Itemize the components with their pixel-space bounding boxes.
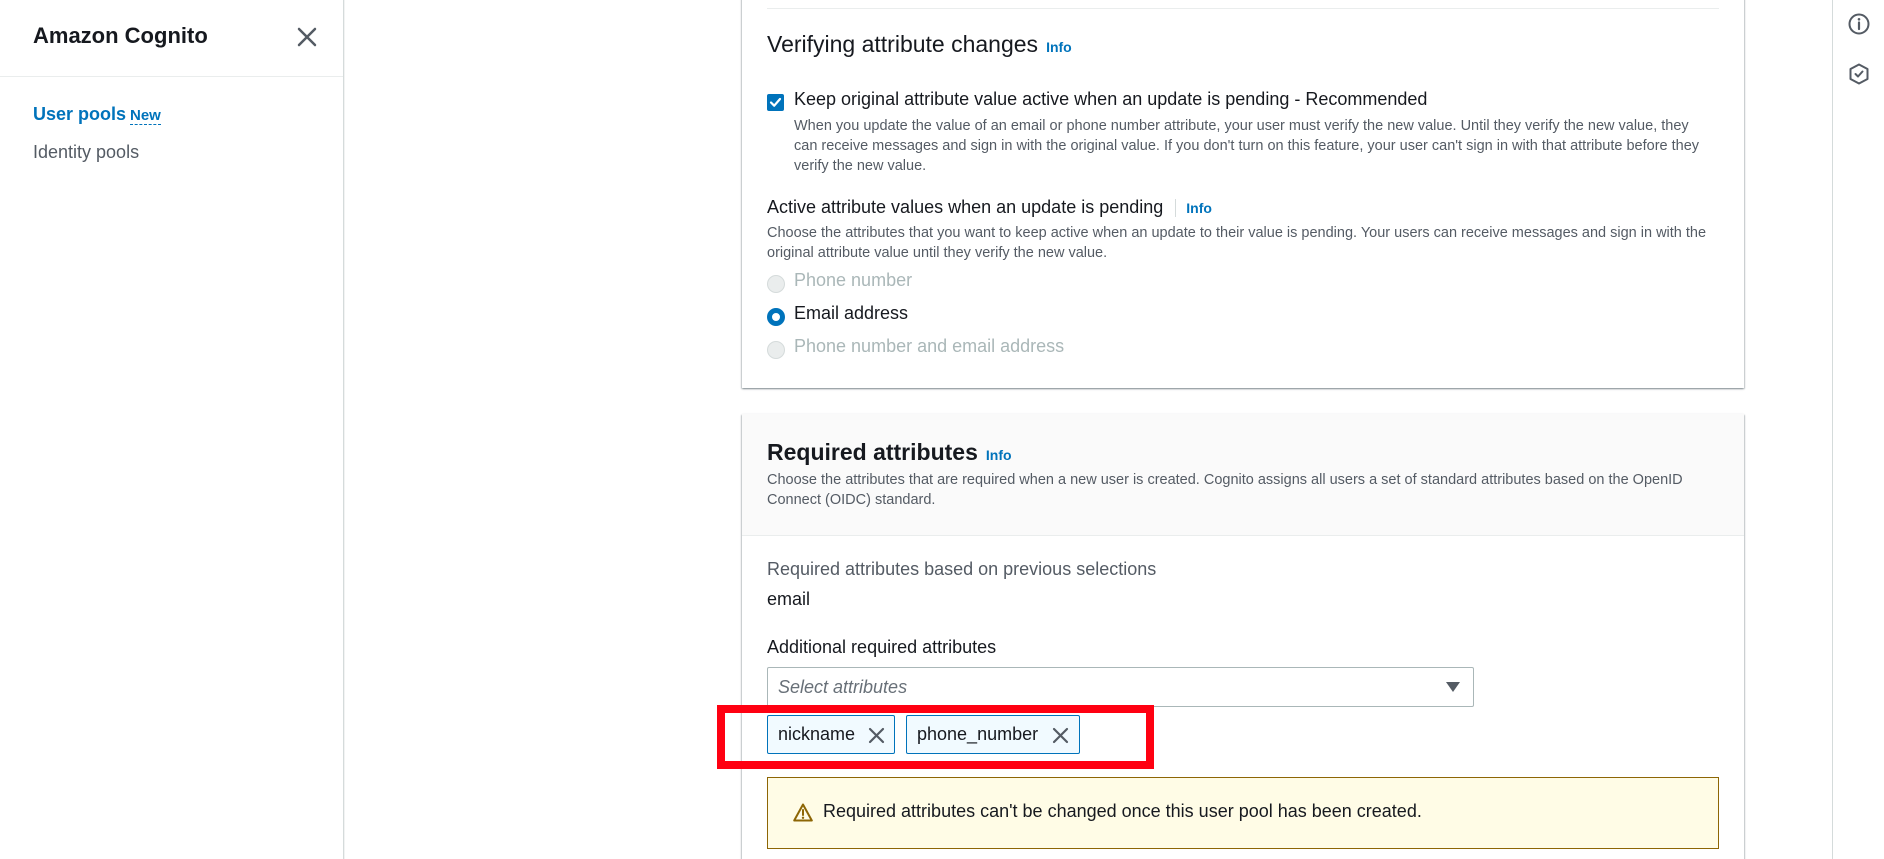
previous-selections-label: Required attributes based on previous se… (767, 559, 1157, 579)
new-badge[interactable]: New (130, 107, 161, 125)
remove-token-icon[interactable] (1052, 727, 1069, 744)
info-icon[interactable] (1847, 12, 1871, 36)
sidebar-item-identity-pools[interactable]: Identity pools (33, 142, 139, 163)
previous-selections-value: email (767, 589, 811, 609)
remove-token-icon[interactable] (868, 727, 885, 744)
verifying-attribute-changes-panel: Verifying attribute changes Info Keep ori… (742, 0, 1744, 388)
radio-label-email-address[interactable]: Email address (794, 303, 908, 324)
sidebar-title: Amazon Cognito (33, 23, 208, 48)
sidebar-header: Amazon Cognito (0, 0, 343, 77)
token-nickname: nickname (767, 715, 895, 754)
info-link[interactable]: Info (986, 447, 1012, 463)
token-phone-number: phone_number (906, 715, 1080, 754)
main-content: Verifying attribute changes Info Keep ori… (345, 0, 1832, 859)
active-attributes-description: Choose the attributes that you want to k… (767, 225, 1707, 261)
token-label: nickname (778, 724, 856, 744)
warning-icon (793, 803, 813, 822)
shield-icon[interactable] (1847, 62, 1871, 86)
tools-rail (1832, 0, 1884, 859)
additional-attributes-label: Additional required attributes (767, 637, 997, 657)
divider (1175, 199, 1177, 218)
caret-down-icon (1446, 682, 1460, 692)
side-navigation: Amazon Cognito User pools New Identity p… (0, 0, 344, 859)
info-link[interactable]: Info (1046, 39, 1072, 55)
section-description: Choose the attributes that are required … (767, 472, 1683, 508)
token-label: phone_number (917, 724, 1039, 744)
check-icon (769, 97, 782, 107)
warning-alert: Required attributes can't be changed onc… (767, 777, 1719, 849)
section-title: Verifying attribute changes Info (767, 31, 1072, 58)
radio-phone-number[interactable] (767, 275, 785, 293)
info-link[interactable]: Info (1186, 200, 1212, 216)
radio-label-phone-number[interactable]: Phone number (794, 270, 912, 291)
checkbox-description: When you update the value of an email or… (794, 118, 1700, 174)
sidebar-item-user-pools[interactable]: User pools (33, 104, 126, 125)
close-icon[interactable] (292, 22, 322, 52)
radio-email-address[interactable] (767, 308, 785, 326)
required-attributes-panel: Required attributes Info Choose the attri… (742, 414, 1744, 859)
checkbox-label[interactable]: Keep original attribute value active whe… (794, 89, 1427, 110)
divider (767, 8, 1719, 9)
active-attributes-title: Active attribute values when an update i… (767, 197, 1212, 218)
select-placeholder: Select attributes (778, 677, 908, 697)
attributes-multiselect[interactable]: Select attributes (767, 667, 1474, 707)
panel-header: Required attributes Info Choose the attri… (742, 414, 1744, 536)
section-title-text: Verifying attribute changes (767, 31, 1039, 57)
section-title: Required attributes Info (767, 439, 1012, 466)
warning-text: Required attributes can't be changed onc… (823, 801, 1422, 821)
radio-phone-and-email[interactable] (767, 341, 785, 359)
radio-label-phone-and-email[interactable]: Phone number and email address (794, 336, 1064, 357)
active-attributes-title-text: Active attribute values when an update i… (767, 197, 1164, 217)
section-title-text: Required attributes (767, 439, 978, 465)
keep-original-checkbox[interactable] (767, 94, 784, 111)
